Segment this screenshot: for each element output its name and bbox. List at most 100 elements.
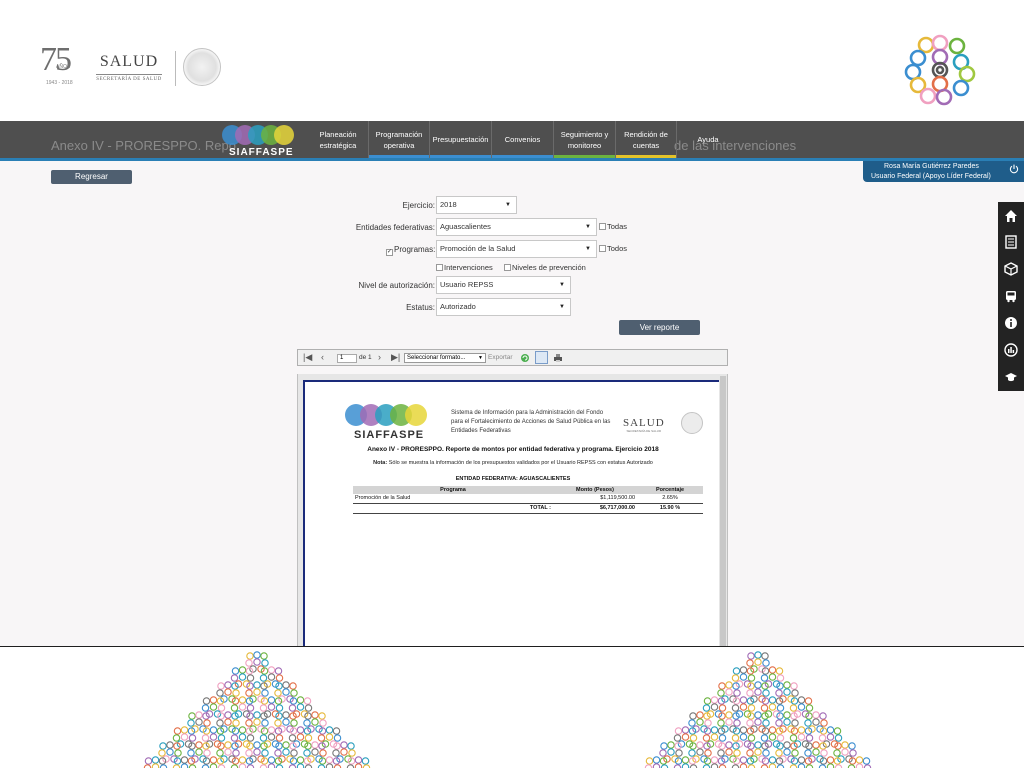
export-format-placeholder: Seleccionar formato... <box>407 355 466 361</box>
cube-icon[interactable] <box>1004 262 1018 276</box>
report-mexico-seal-icon <box>681 412 703 434</box>
checkbox-box[interactable] <box>504 264 511 271</box>
decorative-ring-cluster <box>230 756 255 768</box>
chevron-down-icon: ▼ <box>559 282 565 288</box>
chart-icon[interactable] <box>1004 343 1018 357</box>
ejercicio-value: 2018 <box>440 200 457 209</box>
info-icon[interactable] <box>1004 316 1018 330</box>
page-number-input[interactable]: 1 <box>337 354 357 363</box>
ver-reporte-button[interactable]: Ver reporte <box>619 320 700 335</box>
regresar-button[interactable]: Regresar <box>51 170 132 184</box>
salud-logo-subtitle: SECRETARÍA DE SALUD <box>96 77 162 82</box>
intervenciones-checkbox[interactable]: Intervenciones <box>436 263 493 272</box>
home-icon[interactable] <box>1004 209 1018 223</box>
chevron-down-icon: ▼ <box>585 246 591 252</box>
programas-select[interactable]: Promoción de la Salud ▼ <box>436 240 597 258</box>
siaffaspe-nav-brand: SIAFFASPE <box>229 147 294 158</box>
nav-item-label: Convenios <box>504 135 541 144</box>
export-format-select[interactable]: Seleccionar formato... ▼ <box>404 353 486 363</box>
logo-anos-text: AÑOS <box>56 64 71 70</box>
todas-checkbox[interactable]: Todas <box>599 222 627 231</box>
nav-item-label: Programación operativa <box>375 129 423 150</box>
chevron-down-icon: ▼ <box>585 224 591 230</box>
siaffaspe-nav-logo[interactable]: SIAFFASPE <box>222 125 302 158</box>
report-viewer: SIAFFASPE Sistema de Información para la… <box>297 374 728 646</box>
decorative-ring-cluster <box>288 756 313 768</box>
nivel-select[interactable]: Usuario REPSS ▼ <box>436 276 571 294</box>
nav-item-seguimiento[interactable]: Seguimiento y monitoreo <box>554 121 616 158</box>
report-note: Nota: Sólo se muestra la información de … <box>305 460 721 466</box>
todos-label: Todos <box>607 244 628 253</box>
table-total-row: TOTAL : $6,717,000.00 15.90 % <box>353 503 703 514</box>
total-porcentaje: 15.90 % <box>637 503 703 514</box>
programas-value: Promoción de la Salud <box>440 244 516 253</box>
programas-label: Programas: <box>394 245 436 254</box>
nav-item-planeacion[interactable]: Planeación estratégica <box>308 121 369 158</box>
report-toolbar: |◀ ‹ 1 de 1 › ▶| Seleccionar formato... … <box>297 349 728 366</box>
bus-icon[interactable] <box>1004 289 1018 303</box>
ejercicio-select[interactable]: 2018 ▼ <box>436 196 517 214</box>
programas-checkbox[interactable]: ✓ Programas: <box>386 245 435 256</box>
cell-monto: $1,119,500.00 <box>553 494 637 504</box>
chevron-down-icon: ▼ <box>559 304 565 310</box>
entidades-label: Entidades federativas: <box>355 223 435 232</box>
refresh-icon[interactable] <box>520 353 530 363</box>
report-note-label: Nota: <box>373 460 388 466</box>
table-row: Promoción de la Salud $1,119,500.00 2.65… <box>353 494 703 504</box>
footer-rings-pattern <box>143 651 872 768</box>
checkbox-box[interactable] <box>599 245 606 252</box>
last-page-icon[interactable]: ▶| <box>391 352 400 363</box>
graduation-cap-icon[interactable] <box>1004 370 1018 384</box>
nav-item-label: Planeación estratégica <box>319 129 357 150</box>
siaffaspe-rings-logo <box>904 34 976 106</box>
todos-checkbox[interactable]: Todos <box>599 244 627 253</box>
print-icon[interactable] <box>553 353 563 363</box>
report-entity-title: ENTIDAD FEDERATIVA: AGUASCALIENTES <box>455 476 571 482</box>
decorative-ring-cluster <box>259 756 284 768</box>
total-label: TOTAL : <box>353 503 553 514</box>
estatus-value: Autorizado <box>440 302 476 311</box>
report-page: SIAFFASPE Sistema de Información para la… <box>303 380 719 646</box>
export-link[interactable]: Exportar <box>488 354 513 361</box>
user-name: Rosa María Gutiérrez Paredes <box>884 163 979 170</box>
prev-page-icon[interactable]: ‹ <box>321 352 324 363</box>
nav-item-presupuestacion[interactable]: Presupuestación <box>430 121 492 158</box>
nav-item-rendicion[interactable]: Rendición de cuentas <box>616 121 677 158</box>
logo-years-text: 1943 - 2018 <box>46 80 73 86</box>
checkbox-box[interactable] <box>599 223 606 230</box>
page-layout-toggle-icon[interactable] <box>535 351 548 364</box>
nav-item-convenios[interactable]: Convenios <box>492 121 554 158</box>
checkbox-checked[interactable]: ✓ <box>386 249 393 256</box>
report-salud-word: SALUD <box>623 417 665 429</box>
nav-item-label: Presupuestación <box>432 135 489 144</box>
decorative-ring-cluster <box>172 756 197 768</box>
decorative-ring-cluster <box>847 756 872 768</box>
total-monto: $6,717,000.00 <box>553 503 637 514</box>
decorative-ring-cluster <box>644 756 669 768</box>
main-navbar: Anexo IV - PRORESPPO. Repo de las interv… <box>0 121 1024 158</box>
nav-item-label: Rendición de cuentas <box>624 129 668 150</box>
niveles-label: Niveles de prevención <box>512 263 586 272</box>
header: 75 AÑOS 1943 - 2018 SALUD SECRETARÍA DE … <box>0 0 1024 121</box>
entidades-select[interactable]: Aguascalientes ▼ <box>436 218 597 236</box>
column-header-monto: Monto (Pesos) <box>553 486 637 494</box>
checkbox-box[interactable] <box>436 264 443 271</box>
brand-dot <box>274 125 294 145</box>
list-icon[interactable] <box>1004 235 1018 249</box>
mexico-seal-icon <box>183 48 221 86</box>
nav-item-programacion[interactable]: Programación operativa <box>369 121 430 158</box>
salud-logo-word: SALUD <box>99 53 159 70</box>
niveles-checkbox[interactable]: Niveles de prevención <box>504 263 586 272</box>
nivel-label: Nivel de autorización: <box>358 281 435 290</box>
estatus-select[interactable]: Autorizado ▼ <box>436 298 571 316</box>
decorative-ring-cluster <box>201 756 226 768</box>
power-icon[interactable] <box>1009 164 1019 174</box>
first-page-icon[interactable]: |◀ <box>303 352 312 363</box>
nav-item-ayuda[interactable]: Ayuda <box>677 121 739 158</box>
salud-logo-line <box>96 74 162 75</box>
main-content: Regresar Rosa María Gutiérrez Paredes Us… <box>0 161 1024 646</box>
salud-logo: SALUD SECRETARÍA DE SALUD <box>96 53 162 82</box>
report-scrollbar[interactable] <box>720 376 726 646</box>
nivel-value: Usuario REPSS <box>440 280 494 289</box>
next-page-icon[interactable]: › <box>378 352 381 363</box>
